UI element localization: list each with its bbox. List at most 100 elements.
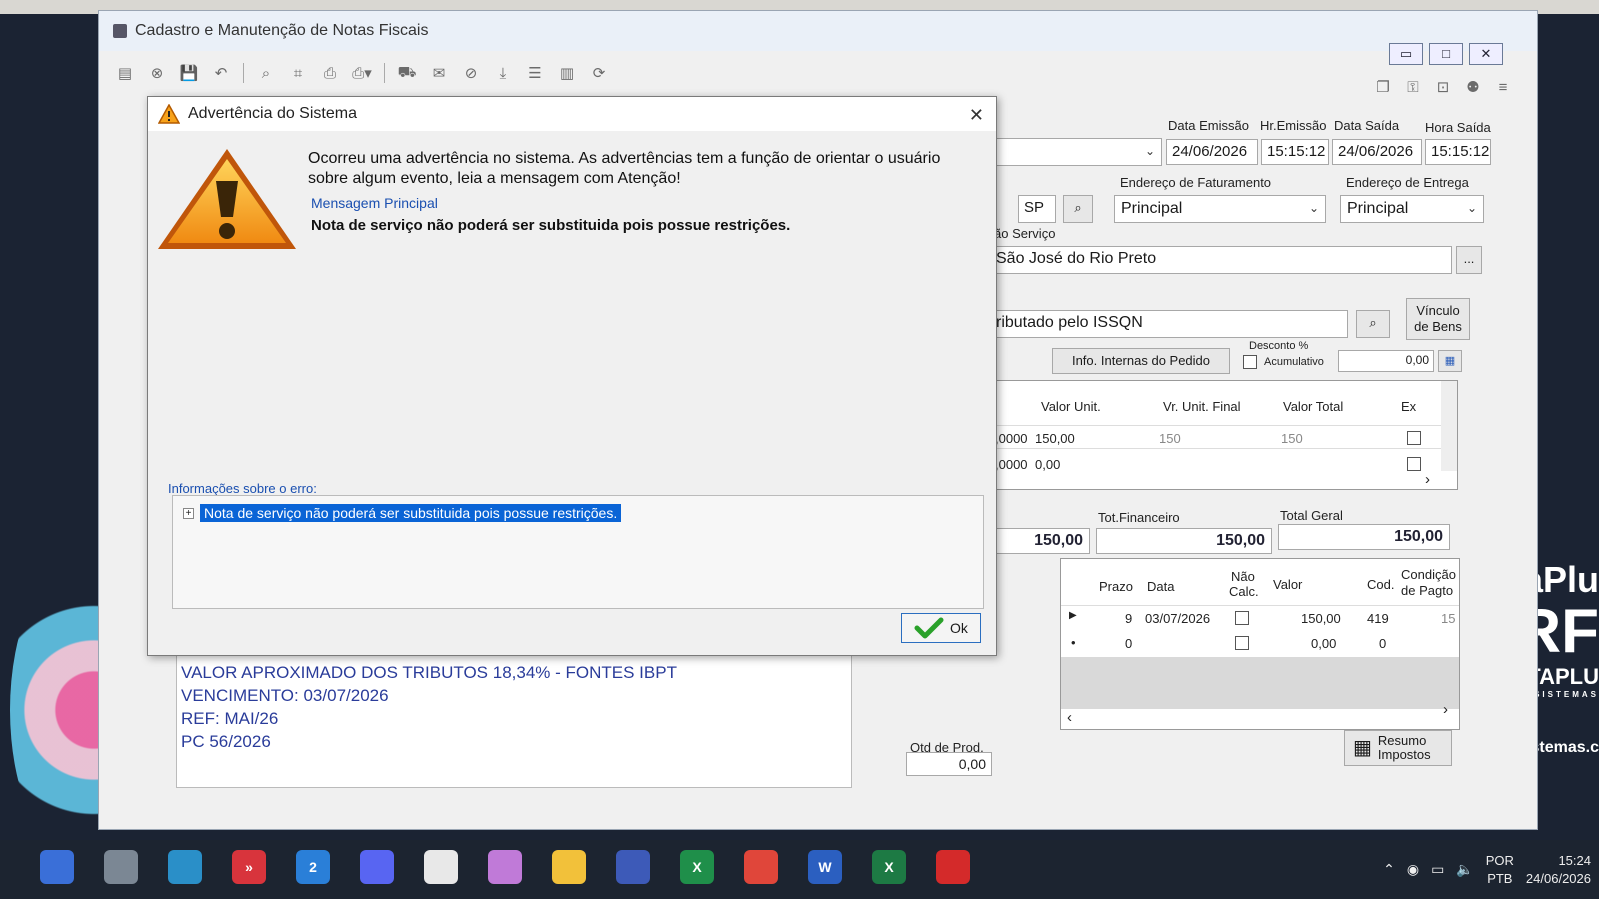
download-icon[interactable]: ⤓ [493, 63, 513, 83]
discord-icon[interactable] [360, 850, 394, 884]
user-icon[interactable]: ⚉ [1463, 77, 1483, 97]
col-valor-total: Valor Total [1283, 399, 1344, 414]
print-dropdown-icon[interactable]: ⎙▾ [352, 63, 372, 83]
chevron-up-icon[interactable]: ⌃ [1383, 861, 1395, 878]
undo-icon[interactable]: ↶ [211, 63, 231, 83]
col-valor: Valor [1273, 577, 1303, 592]
truck-icon[interactable]: ⛟ [397, 63, 417, 83]
app-icon[interactable] [616, 850, 650, 884]
display-icon[interactable]: ▭ [1431, 861, 1444, 878]
windows-icon[interactable]: ❐ [1373, 77, 1393, 97]
cidade-field[interactable]: São José do Rio Preto [990, 246, 1452, 274]
clock[interactable]: 15:24 24/06/2026 [1526, 852, 1591, 888]
block-icon[interactable]: ⊘ [461, 63, 481, 83]
hr-emissao-label: Hr.Emissão [1260, 118, 1327, 133]
scroll-left-icon[interactable]: ‹ [1067, 709, 1072, 726]
hora-saida-field[interactable]: 15:15:12 [1425, 139, 1491, 165]
new-doc-icon[interactable]: ▤ [115, 63, 135, 83]
info-internas-button[interactable]: Info. Internas do Pedido [1052, 348, 1230, 374]
expand-icon[interactable]: + [183, 507, 194, 519]
start-icon[interactable] [40, 850, 74, 884]
dialog-close-button[interactable]: ✕ [969, 105, 984, 126]
cell-cod: 0 [1379, 636, 1387, 651]
search-icon[interactable]: ⌕ [256, 63, 276, 83]
data-saida-field[interactable]: 24/06/2026 [1332, 139, 1422, 165]
acrobat-icon[interactable] [936, 850, 970, 884]
chrome-icon[interactable] [744, 850, 778, 884]
main-titlebar: Cadastro e Manutenção de Notas Fiscais [99, 11, 1537, 51]
print-icon[interactable]: ⎙ [320, 63, 340, 83]
top-combo[interactable]: ⌄ [996, 138, 1162, 166]
cancel-icon[interactable]: ⊗ [147, 63, 167, 83]
ex-checkbox[interactable] [1407, 431, 1421, 445]
faturamento-label: Endereço de Faturamento [1120, 175, 1272, 190]
file-explorer-icon[interactable] [552, 850, 586, 884]
col-cod: Cod. [1367, 577, 1395, 592]
volume-icon[interactable]: 🔈 [1456, 861, 1473, 878]
network-icon[interactable]: ◉ [1407, 861, 1419, 878]
table-row[interactable]: ,0000 0,00 [991, 453, 1441, 475]
data-emissao-field[interactable]: 24/06/2026 [1166, 139, 1258, 165]
system-tray: ⌃ ◉ ▭ 🔈 POR PTB 15:24 24/06/2026 [1383, 840, 1591, 899]
scroll-right-icon[interactable]: › [1425, 471, 1430, 488]
uf-field[interactable]: SP [1018, 195, 1056, 223]
filter-icon[interactable]: ⌗ [288, 63, 308, 83]
table-row[interactable]: ,0000 150,00 150 150 [991, 425, 1441, 449]
app-icon[interactable] [488, 850, 522, 884]
notes-line: PC 56/2026 [181, 732, 271, 751]
scroll-right-icon[interactable]: › [1443, 701, 1448, 718]
ok-button[interactable]: Ok [901, 613, 981, 643]
excel-icon[interactable]: X [872, 850, 906, 884]
nao-calc-checkbox[interactable] [1235, 611, 1249, 625]
anydesk-icon[interactable]: » [232, 850, 266, 884]
entrega-value: Principal [1347, 200, 1409, 217]
close-window-button[interactable]: ✕ [1469, 43, 1503, 65]
tributacao-field[interactable]: ributado pelo ISSQN [990, 310, 1348, 338]
table-row[interactable]: ▶ 9 03/07/2026 150,00 419 15 [1061, 605, 1459, 629]
binoculars-icon: ⌕ [1074, 200, 1082, 215]
desconto-field[interactable]: 0,00 [1338, 350, 1434, 372]
monitor-icon[interactable]: ⊡ [1433, 77, 1453, 97]
resumo-impostos-button[interactable]: ▦ Resumo Impostos [1344, 730, 1452, 766]
ex-checkbox[interactable] [1407, 457, 1421, 471]
document-icon[interactable]: ▥ [557, 63, 577, 83]
minimize-button[interactable]: ▭ [1389, 43, 1423, 65]
col-prazo: Prazo [1099, 579, 1133, 594]
lang-line2: PTB [1487, 870, 1513, 886]
save-icon[interactable]: 💾 [179, 63, 199, 83]
mail-icon[interactable]: ✉ [429, 63, 449, 83]
qtd-prod-field[interactable]: 0,00 [906, 752, 992, 776]
app-icon[interactable] [424, 850, 458, 884]
cidade-lookup-button[interactable]: ... [1456, 246, 1482, 274]
observacoes-textarea[interactable]: VALOR APROXIMADO DOS TRIBUTOS 18,34% - F… [176, 650, 852, 788]
teams-icon[interactable]: 2 [296, 850, 330, 884]
resumo-line2: Impostos [1377, 747, 1431, 762]
excel-icon[interactable]: X [680, 850, 714, 884]
app-icon[interactable] [104, 850, 138, 884]
entrega-select[interactable]: Principal ⌄ [1340, 195, 1484, 223]
language-indicator[interactable]: POR PTB [1486, 852, 1514, 888]
hr-emissao-field[interactable]: 15:15:12 [1261, 139, 1329, 165]
nao-calc-checkbox[interactable] [1235, 636, 1249, 650]
acumulativo-checkbox[interactable] [1243, 355, 1257, 369]
tributacao-search-button[interactable]: ⌕ [1356, 310, 1390, 338]
refresh-icon[interactable]: ⟳ [589, 63, 609, 83]
search-address-button[interactable]: ⌕ [1063, 195, 1093, 223]
notes-line: REF: MAI/26 [181, 709, 279, 728]
cell-valor-total: 150 [1281, 431, 1303, 446]
app-icon[interactable] [168, 850, 202, 884]
key-icon[interactable]: ⚿ [1403, 77, 1423, 97]
total-left-field: 150,00 [990, 528, 1090, 554]
vertical-scrollbar[interactable] [1441, 381, 1457, 471]
tree-item[interactable]: + Nota de serviço não poderá ser substit… [183, 504, 622, 522]
tot-financeiro-field: 150,00 [1096, 528, 1272, 554]
calculator-icon[interactable]: ▦ [1438, 350, 1462, 372]
table-row[interactable]: • 0 0,00 0 [1061, 631, 1459, 655]
cell-condicao: 15 [1441, 611, 1456, 626]
maximize-button[interactable]: □ [1429, 43, 1463, 65]
menu-icon[interactable]: ≡ [1493, 77, 1513, 97]
word-icon[interactable]: W [808, 850, 842, 884]
faturamento-select[interactable]: Principal ⌄ [1114, 195, 1326, 223]
vinculo-bens-button[interactable]: Vínculo de Bens [1406, 298, 1470, 340]
list-icon[interactable]: ☰ [525, 63, 545, 83]
